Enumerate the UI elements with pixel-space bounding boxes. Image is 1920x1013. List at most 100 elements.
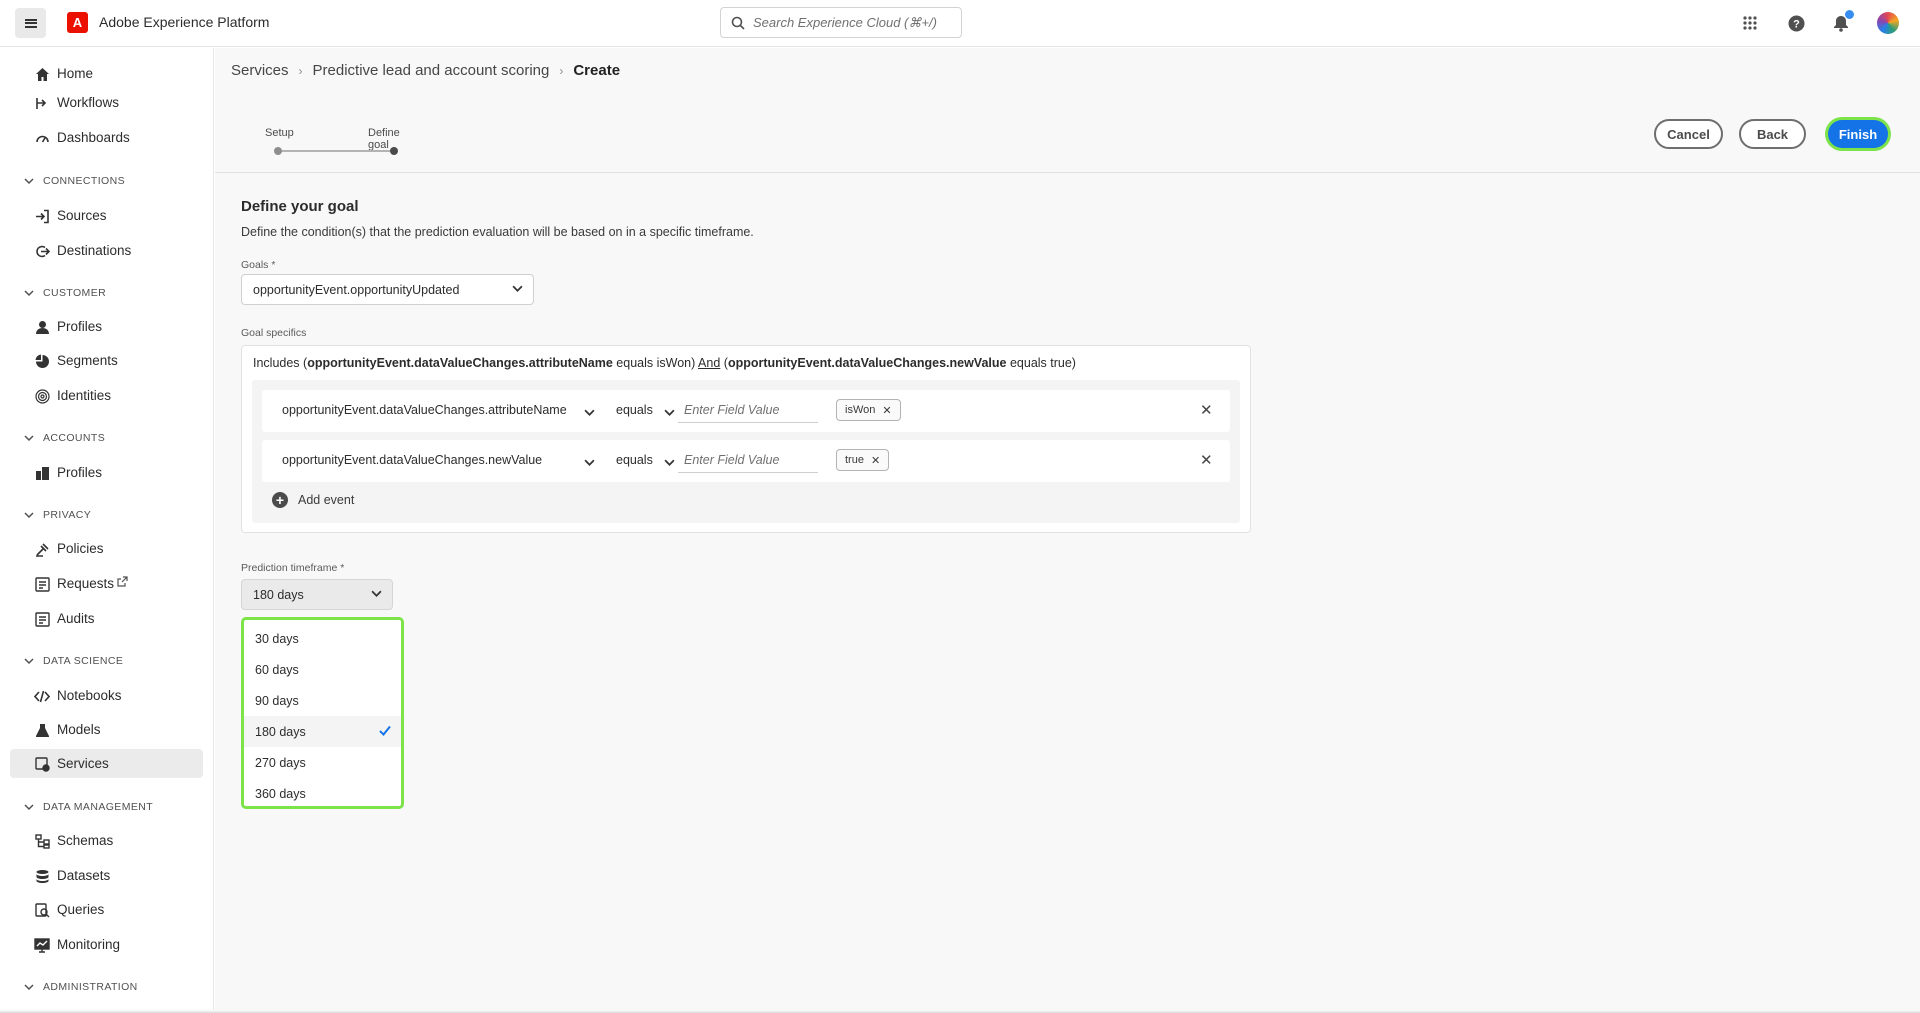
sidebar-section-privacy[interactable]: PRIVACY [24,509,91,521]
sidebar-section-administration[interactable]: ADMINISTRATION [24,981,138,993]
back-button[interactable]: Back [1739,119,1806,149]
sidebar-item-models[interactable]: Models [10,715,203,744]
sidebar-item-datasets[interactable]: Datasets [10,861,203,890]
sidebar-item-services[interactable]: Services [10,749,203,778]
event-attribute-picker[interactable]: opportunityEvent.dataValueChanges.newVal… [282,453,542,467]
search-input[interactable]: Search Experience Cloud (⌘+/) [720,7,962,38]
sidebar-item-sources[interactable]: Sources [10,201,203,230]
breadcrumb-current: Create [573,62,621,79]
event-row: opportunityEvent.dataValueChanges.attrib… [262,390,1230,432]
chevron-down-icon[interactable] [584,455,595,473]
sidebar-section-data-science[interactable]: DATA SCIENCE [24,655,123,667]
sidebar-section-accounts[interactable]: ACCOUNTS [24,432,105,444]
sidebar-item-policies[interactable]: Policies [10,534,203,563]
adobe-logo-icon: A [67,12,88,33]
value-tag: isWon ✕ [836,399,901,421]
timeframe-options-menu: 30 days 60 days 90 days 180 days 270 day… [241,617,404,809]
summary-conjunction[interactable]: And [698,356,720,370]
datasets-icon [34,868,50,884]
remove-tag-icon[interactable]: ✕ [871,454,880,467]
sidebar-item-home[interactable]: Home [10,59,203,88]
finish-button[interactable]: Finish [1828,120,1888,148]
timeframe-option[interactable]: 60 days [244,654,401,685]
policies-icon [34,541,50,557]
remove-event-icon[interactable]: ✕ [1200,451,1213,469]
chevron-down-icon[interactable] [584,405,595,423]
chevron-down-icon[interactable] [664,405,675,423]
help-icon[interactable]: ? [1785,12,1807,34]
value-tag-label: true [845,454,864,466]
beaker-icon [34,722,50,738]
sidebar-item-destinations[interactable]: Destinations [10,236,203,265]
notifications-bell-icon[interactable] [1830,10,1854,34]
queries-icon [34,902,50,918]
cancel-button[interactable]: Cancel [1654,119,1723,149]
timeframe-option[interactable]: 90 days [244,685,401,716]
chevron-down-icon[interactable] [664,455,675,473]
field-value-input[interactable]: Enter Field Value [684,403,779,417]
field-value-input[interactable]: Enter Field Value [684,453,779,467]
segments-icon [34,353,50,369]
timeframe-option[interactable]: 360 days [244,778,401,809]
timeframe-option-label: 180 days [255,724,306,739]
summary-condition-1: equals isWon) [612,356,699,370]
sidebar-item-notebooks[interactable]: Notebooks [10,681,203,710]
sidebar-item-label: Requests [57,576,115,591]
timeframe-option[interactable]: 270 days [244,747,401,778]
breadcrumb-scoring-link[interactable]: Predictive lead and account scoring [313,62,550,79]
event-attribute-picker[interactable]: opportunityEvent.dataValueChanges.attrib… [282,403,567,417]
sidebar-item-workflows[interactable]: Workflows [10,88,203,117]
add-event-button[interactable]: + Add event [272,492,354,508]
sidebar-section-customer[interactable]: CUSTOMER [24,287,106,299]
timeframe-picker[interactable]: 180 days [241,579,393,610]
search-placeholder: Search Experience Cloud (⌘+/) [753,14,937,30]
sidebar-item-queries[interactable]: Queries [10,895,203,924]
remove-event-icon[interactable]: ✕ [1200,401,1213,419]
sidebar-item-label: Notebooks [57,688,122,703]
apps-grid-icon[interactable] [1739,12,1761,34]
user-avatar[interactable] [1877,12,1899,34]
timeframe-option[interactable]: 30 days [244,623,401,654]
notification-badge [1845,10,1854,19]
summary-paren: ( [720,356,728,370]
sidebar-item-segments[interactable]: Segments [10,346,203,375]
sidebar-item-schemas[interactable]: Schemas [10,826,203,855]
section-label: ACCOUNTS [43,432,106,444]
sidebar-item-label: Workflows [57,95,120,110]
profile-icon [34,319,50,335]
sidebar-section-connections[interactable]: CONNECTIONS [24,175,125,187]
value-tag-label: isWon [845,404,876,416]
sidebar-item-label: Monitoring [57,937,121,952]
sidebar-item-identities[interactable]: Identities [10,381,203,410]
event-operator-picker[interactable]: equals [616,453,653,467]
event-operator-picker[interactable]: equals [616,403,653,417]
sidebar-item-dashboards[interactable]: Dashboards [10,123,203,152]
chevron-down-icon [24,512,34,519]
summary-attribute-2: opportunityEvent.dataValueChanges.newVal… [727,356,1007,370]
step-define-goal-marker[interactable] [390,147,398,155]
sidebar-item-label: Identities [57,388,112,403]
sidebar-item-label: Policies [57,541,104,556]
step-setup-marker[interactable] [274,147,282,155]
remove-tag-icon[interactable]: ✕ [882,404,891,417]
section-label: DATA SCIENCE [43,655,124,667]
goals-picker[interactable]: opportunityEvent.opportunityUpdated [241,274,534,305]
value-tag: true ✕ [836,449,890,471]
chevron-down-icon [512,283,523,297]
sidebar-item-label: Sources [57,208,107,223]
summary-attribute-1: opportunityEvent.dataValueChanges.attrib… [307,356,613,370]
sidebar-item-audits[interactable]: Audits [10,604,203,633]
sidebar-section-data-management[interactable]: DATA MANAGEMENT [24,801,153,813]
breadcrumb-services-link[interactable]: Services [231,62,289,79]
sidebar-item-requests[interactable]: Requests [10,569,203,598]
timeframe-option-selected[interactable]: 180 days [244,716,401,747]
sidebar-item-label: Schemas [57,833,114,848]
menu-toggle-button[interactable] [15,8,46,38]
events-area: opportunityEvent.dataValueChanges.attrib… [252,380,1240,523]
sidebar-item-label: Models [57,722,101,737]
goal-summary: Includes (opportunityEvent.dataValueChan… [253,356,1076,370]
sidebar-item-profiles[interactable]: Profiles [10,312,203,341]
sidebar-item-account-profiles[interactable]: Profiles [10,458,203,487]
sidebar-item-monitoring[interactable]: Monitoring [10,930,203,959]
timeframe-picker-value: 180 days [253,587,304,602]
